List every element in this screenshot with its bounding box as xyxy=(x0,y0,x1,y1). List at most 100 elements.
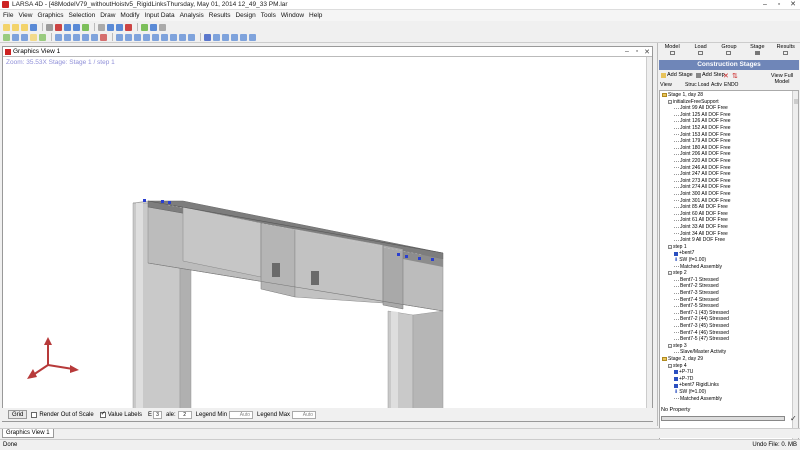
tree-item[interactable]: Slave/Master Activity xyxy=(674,349,726,356)
tree-item[interactable]: Bent7-4 Stressed xyxy=(674,297,719,304)
view-tool-icon[interactable] xyxy=(222,33,229,41)
view-tool-icon[interactable] xyxy=(249,33,256,41)
tree-item[interactable]: Joint 153 All DOF Free xyxy=(674,132,731,139)
menu-results[interactable]: Results xyxy=(209,12,231,19)
tree-step[interactable]: – initializeFreeSupport xyxy=(668,99,719,106)
view-tool-icon[interactable] xyxy=(116,33,123,41)
menu-selection[interactable]: Selection xyxy=(68,12,95,19)
tree-item[interactable]: Joint 300 All DOF Free xyxy=(674,191,731,198)
view-tool-icon[interactable] xyxy=(55,33,62,41)
delete-icon[interactable]: ✕ xyxy=(723,72,729,80)
view-tool-icon[interactable] xyxy=(134,33,141,41)
tree-item[interactable]: ⬇ SW (f=1.00) xyxy=(674,257,706,264)
tree-item[interactable]: Bent7-2 (44) Stressed xyxy=(674,316,729,323)
menu-file[interactable]: File xyxy=(3,12,13,19)
tree-item[interactable]: Joint 85 All DOF Free xyxy=(674,204,728,211)
tree-stage[interactable]: Stage 1, day 28 xyxy=(662,92,703,99)
view-tool-icon[interactable] xyxy=(3,33,10,41)
toolbar-tool-icon[interactable] xyxy=(55,23,62,31)
tab-graphics-view-1[interactable]: Graphics View 1 xyxy=(2,429,54,438)
tree-item[interactable]: Matched Assembly xyxy=(674,264,722,271)
tree-scrollbar[interactable] xyxy=(792,91,798,446)
tree-item[interactable]: Joint 126 All DOF Free xyxy=(674,118,731,125)
tree-item[interactable]: Joint 246 All DOF Free xyxy=(674,165,731,172)
toolbar-tool-icon[interactable] xyxy=(125,23,132,31)
construction-stage-tree[interactable]: Stage 1, day 28– initializeFreeSupport Joi… xyxy=(659,90,799,447)
add-step-button[interactable]: Add Step xyxy=(696,72,725,78)
view-tool-icon[interactable] xyxy=(125,33,132,41)
view-tool-icon[interactable] xyxy=(100,33,107,41)
legend-min-field[interactable]: Auto xyxy=(229,410,254,419)
toolbar-tool-icon[interactable] xyxy=(141,23,148,31)
minimize-button[interactable]: – xyxy=(758,0,772,10)
graphics-close-button[interactable]: ✕ xyxy=(642,48,652,56)
view-tool-icon[interactable] xyxy=(231,33,238,41)
tree-item[interactable]: Bent7-3 (45) Stressed xyxy=(674,323,729,330)
toolbar-tool-icon[interactable] xyxy=(30,23,37,31)
tree-item[interactable]: Joint 33 All DOF Free xyxy=(674,224,728,231)
scale-field[interactable]: 3 xyxy=(152,410,162,419)
tree-stage[interactable]: Stage 2, day 29 xyxy=(662,356,703,363)
expand-icon[interactable]: – xyxy=(668,363,672,368)
toolbar-tool-icon[interactable] xyxy=(150,23,157,31)
tree-item[interactable]: +bent7 RigidLinks xyxy=(674,382,719,389)
tree-item[interactable]: Joint 125 All DOF Free xyxy=(674,112,731,119)
tree-scroll-thumb[interactable] xyxy=(794,99,798,104)
menu-window[interactable]: Window xyxy=(281,12,304,19)
menu-graphics[interactable]: Graphics xyxy=(37,12,63,19)
toolbar-tool-icon[interactable] xyxy=(73,23,80,31)
view-tool-icon[interactable] xyxy=(30,33,37,41)
tree-item[interactable]: Matched Assembly xyxy=(674,396,722,403)
render-out-of-scale-checkbox[interactable] xyxy=(31,411,38,418)
tree-item[interactable]: Joint 34 All DOF Free xyxy=(674,231,728,238)
view-tool-icon[interactable] xyxy=(91,33,98,41)
tree-item[interactable]: Bent7-4 (46) Stressed xyxy=(674,330,729,337)
view-tool-icon[interactable] xyxy=(143,33,150,41)
menu-analysis[interactable]: Analysis xyxy=(180,12,204,19)
view-tool-icon[interactable] xyxy=(204,33,211,41)
toolbar-tool-icon[interactable] xyxy=(116,23,123,31)
menu-tools[interactable]: Tools xyxy=(261,12,276,19)
view-tool-icon[interactable] xyxy=(170,33,177,41)
tree-item[interactable]: Bent7-5 Stressed xyxy=(674,303,719,310)
toolbar-tool-icon[interactable] xyxy=(98,23,105,31)
graphics-restore-button[interactable]: ▫ xyxy=(632,48,642,56)
tree-step[interactable]: – step 2 xyxy=(668,270,687,277)
expand-icon[interactable]: – xyxy=(668,344,672,349)
menu-input-data[interactable]: Input Data xyxy=(145,12,175,19)
tree-item[interactable]: Bent7-5 (47) Stressed xyxy=(674,336,729,343)
tree-item[interactable]: Joint 206 All DOF Free xyxy=(674,151,731,158)
model-3d-scene[interactable] xyxy=(3,57,648,411)
toolbar-tool-icon[interactable] xyxy=(46,23,53,31)
view-tool-icon[interactable] xyxy=(179,33,186,41)
legend-max-field[interactable]: Auto xyxy=(292,410,317,419)
tree-item[interactable]: +P-7D xyxy=(674,376,693,383)
toolbar-tool-icon[interactable] xyxy=(12,23,19,31)
menu-draw[interactable]: Draw xyxy=(100,12,115,19)
graphics-view-window[interactable]: Graphics View 1 – ▫ ✕ Zoom: 35.53X Stage… xyxy=(2,46,653,422)
view-tool-icon[interactable] xyxy=(161,33,168,41)
tree-item[interactable]: Joint 301 All DOF Free xyxy=(674,198,731,205)
expand-icon[interactable]: – xyxy=(668,99,672,104)
view-tool-icon[interactable] xyxy=(82,33,89,41)
tree-item[interactable]: Joint 60 All DOF Free xyxy=(674,211,728,218)
tree-item[interactable]: +P-7U xyxy=(674,369,693,376)
toolbar-tool-icon[interactable] xyxy=(159,23,166,31)
tree-item[interactable]: +bent7 xyxy=(674,250,694,257)
toolbar-tool-icon[interactable] xyxy=(107,23,114,31)
menu-modify[interactable]: Modify xyxy=(120,12,139,19)
tree-item[interactable]: Bent7-3 Stressed xyxy=(674,290,719,297)
tree-item[interactable]: Joint 247 All DOF Free xyxy=(674,171,731,178)
property-field[interactable] xyxy=(661,416,785,421)
tree-item[interactable]: Bent7-2 Stressed xyxy=(674,283,719,290)
tab-load[interactable]: Load xyxy=(687,44,715,59)
tree-item[interactable]: Joint 61 All DOF Free xyxy=(674,217,728,224)
view-tool-icon[interactable] xyxy=(73,33,80,41)
tab-stage[interactable]: Stage xyxy=(743,44,771,59)
add-stage-button[interactable]: Add Stage xyxy=(661,72,693,78)
tree-step[interactable]: – step 4 xyxy=(668,363,687,370)
expand-icon[interactable]: – xyxy=(668,271,672,276)
view-tool-icon[interactable] xyxy=(39,33,46,41)
toolbar-tool-icon[interactable] xyxy=(82,23,89,31)
view-tool-icon[interactable] xyxy=(240,33,247,41)
